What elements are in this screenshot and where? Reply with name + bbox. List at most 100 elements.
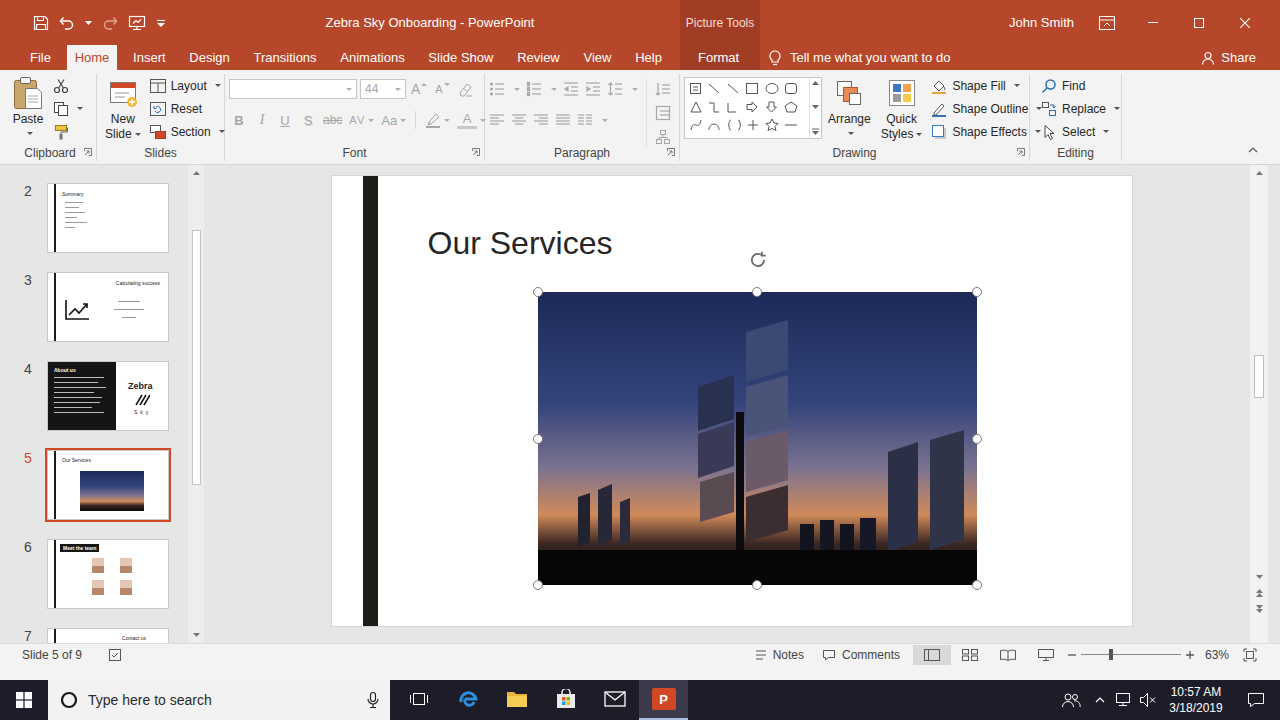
notes-button[interactable]: Notes bbox=[755, 648, 804, 662]
columns-icon[interactable] bbox=[577, 112, 593, 128]
editing-button[interactable]: Select bbox=[1038, 120, 1123, 143]
copy-button[interactable] bbox=[50, 97, 86, 120]
ribbon-tab[interactable]: Slide Show bbox=[420, 45, 501, 70]
ribbon-tab[interactable]: Home bbox=[67, 45, 118, 70]
align-text-icon[interactable] bbox=[655, 103, 671, 123]
zoom-out-icon[interactable] bbox=[1067, 650, 1077, 660]
slide-thumbnail[interactable]: Contact us bbox=[47, 628, 169, 643]
cut-button[interactable] bbox=[50, 74, 86, 97]
maximize-button[interactable] bbox=[1176, 0, 1222, 45]
italic-button[interactable]: I bbox=[252, 110, 272, 130]
ribbon-tab[interactable]: View bbox=[575, 45, 619, 70]
format-painter-button[interactable] bbox=[50, 120, 86, 143]
taskbar-app[interactable] bbox=[394, 680, 443, 720]
thumbnail-item[interactable]: 2Summary bbox=[0, 183, 188, 253]
slide-thumbnail[interactable]: Summary bbox=[47, 183, 169, 253]
action-center-button[interactable] bbox=[1232, 680, 1280, 720]
taskbar-app[interactable]: P bbox=[639, 680, 688, 720]
tell-me-box[interactable]: Tell me what you want to do bbox=[768, 50, 950, 66]
taskbar-app[interactable] bbox=[541, 680, 590, 720]
align-left-icon[interactable] bbox=[489, 112, 505, 128]
scroll-up-icon[interactable] bbox=[812, 81, 819, 85]
start-button[interactable] bbox=[0, 680, 48, 720]
format-tab[interactable]: Format bbox=[690, 45, 747, 70]
scroll-thumb[interactable] bbox=[192, 230, 201, 485]
comments-button[interactable]: Comments bbox=[822, 648, 900, 662]
undo-icon[interactable] bbox=[59, 15, 75, 31]
spacing-button[interactable]: AV bbox=[347, 110, 376, 130]
zoom-slider-track[interactable] bbox=[1081, 654, 1181, 655]
justify-icon[interactable] bbox=[555, 112, 571, 128]
thumbnail-item[interactable]: 4About usZebraSky bbox=[0, 361, 188, 431]
font-color-wrap[interactable]: A bbox=[455, 110, 488, 130]
scroll-down-button[interactable] bbox=[1256, 569, 1263, 585]
dialog-launcher-icon[interactable] bbox=[667, 148, 675, 156]
scroll-down-button[interactable] bbox=[193, 627, 200, 643]
resize-handle[interactable] bbox=[752, 287, 762, 297]
collapse-ribbon-button[interactable] bbox=[1248, 142, 1280, 164]
slides-button[interactable]: Layout bbox=[147, 74, 228, 97]
numbering-icon[interactable] bbox=[526, 81, 542, 97]
zoom-in-icon[interactable] bbox=[1185, 650, 1195, 660]
thumbnail-item[interactable]: 6Meet the team bbox=[0, 539, 188, 609]
ribbon-tab[interactable]: Insert bbox=[125, 45, 174, 70]
previous-slide-button[interactable] bbox=[1256, 585, 1263, 601]
font-color-button[interactable]: A bbox=[457, 111, 477, 129]
ribbon-tab[interactable]: Animations bbox=[332, 45, 412, 70]
start-slideshow-icon[interactable] bbox=[128, 15, 146, 31]
bullets-icon[interactable] bbox=[489, 81, 505, 97]
shape-format-button[interactable]: Shape Fill bbox=[928, 74, 1045, 97]
clock[interactable]: 10:57 AM3/18/2019 bbox=[1160, 680, 1232, 720]
rotate-handle-icon[interactable] bbox=[748, 250, 768, 270]
shadow-button[interactable]: S bbox=[298, 110, 318, 130]
view-button[interactable] bbox=[1027, 645, 1065, 665]
shapes-gallery[interactable] bbox=[684, 77, 822, 139]
search-box[interactable]: Type here to search bbox=[48, 680, 390, 720]
center-icon[interactable] bbox=[511, 112, 527, 128]
editing-button[interactable]: Replace bbox=[1038, 97, 1123, 120]
case-button[interactable]: Aa bbox=[379, 110, 408, 130]
accessibility-check-icon[interactable] bbox=[108, 648, 122, 662]
eraser-icon[interactable] bbox=[455, 79, 475, 99]
volume-button[interactable] bbox=[1136, 680, 1160, 720]
zoom-slider-thumb[interactable] bbox=[1109, 649, 1113, 660]
resize-handle[interactable] bbox=[972, 434, 982, 444]
taskbar-app[interactable] bbox=[443, 680, 492, 720]
underline-button[interactable]: U bbox=[275, 110, 295, 130]
thumbnail-item[interactable]: 3Calculating success bbox=[0, 272, 188, 342]
font-name-box[interactable] bbox=[229, 79, 357, 99]
user-name[interactable]: John Smith bbox=[1009, 15, 1074, 30]
slide-title[interactable]: Our Services bbox=[428, 224, 613, 262]
thumbnail-item[interactable]: 7Contact us bbox=[0, 628, 188, 643]
quick-styles-button[interactable]: QuickStyles bbox=[877, 74, 927, 142]
thumbnail-item[interactable]: 5Our Services bbox=[0, 450, 188, 520]
smartart-icon[interactable] bbox=[655, 127, 671, 147]
view-button[interactable] bbox=[951, 645, 989, 665]
resize-handle[interactable] bbox=[972, 287, 982, 297]
editing-button[interactable]: Find bbox=[1038, 74, 1123, 97]
slide-thumbnail[interactable]: Calculating success bbox=[47, 272, 169, 342]
more-icon[interactable] bbox=[812, 128, 819, 135]
scroll-thumb[interactable] bbox=[1254, 355, 1264, 398]
microphone-icon[interactable] bbox=[366, 691, 380, 709]
share-button[interactable]: Share bbox=[1201, 50, 1256, 65]
decrease-indent-icon[interactable] bbox=[563, 81, 579, 97]
fit-to-window-icon[interactable] bbox=[1243, 648, 1257, 662]
scroll-up-button[interactable] bbox=[193, 165, 200, 181]
text-direction-icon[interactable] bbox=[655, 79, 671, 99]
close-button[interactable] bbox=[1222, 0, 1268, 45]
view-button[interactable] bbox=[913, 645, 951, 665]
customize-toolbar-icon[interactable] bbox=[156, 18, 166, 28]
line-spacing-icon[interactable] bbox=[607, 81, 623, 97]
decrease-font-size-button[interactable]: A bbox=[432, 79, 452, 99]
resize-handle[interactable] bbox=[972, 580, 982, 590]
resize-handle[interactable] bbox=[533, 287, 543, 297]
redo-icon[interactable] bbox=[102, 15, 118, 31]
dialog-launcher-icon[interactable] bbox=[84, 148, 92, 156]
strike-button[interactable]: abc bbox=[321, 110, 344, 130]
next-slide-button[interactable] bbox=[1256, 601, 1263, 617]
paste-button[interactable]: Paste bbox=[8, 74, 48, 139]
ribbon-tab[interactable]: File bbox=[22, 45, 59, 70]
ribbon-tab[interactable]: Transitions bbox=[246, 45, 325, 70]
view-button[interactable] bbox=[989, 645, 1027, 665]
